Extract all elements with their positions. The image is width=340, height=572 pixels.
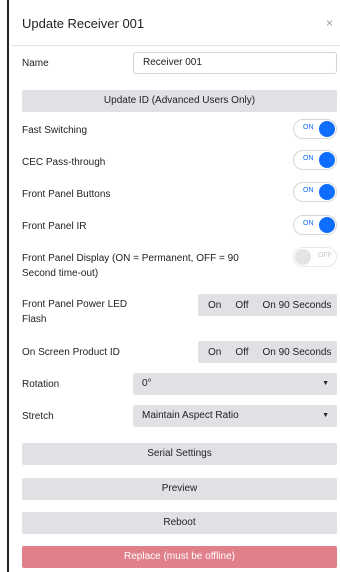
- power-led-segmented-control: On Off On 90 Seconds: [198, 294, 337, 316]
- toggle-state-text: OFF: [318, 252, 332, 259]
- reboot-button[interactable]: Reboot: [22, 512, 337, 534]
- osd-product-id-label: On Screen Product ID: [22, 347, 120, 358]
- power-led-option-on-90[interactable]: On 90 Seconds: [263, 300, 332, 311]
- stretch-label: Stretch: [22, 411, 54, 422]
- power-led-label-line1: Front Panel Power LED: [22, 299, 128, 310]
- dialog-title: Update Receiver 001: [22, 16, 145, 31]
- osd-option-on[interactable]: On: [208, 347, 221, 358]
- front-panel-buttons-label: Front Panel Buttons: [22, 189, 111, 200]
- power-led-option-off[interactable]: Off: [235, 300, 248, 311]
- osd-option-on-90[interactable]: On 90 Seconds: [263, 347, 332, 358]
- fast-switching-toggle[interactable]: ON: [293, 119, 337, 139]
- front-panel-buttons-toggle[interactable]: ON: [293, 182, 337, 202]
- chevron-down-icon: ▼: [322, 412, 329, 419]
- front-panel-display-label: Front Panel Display (ON = Permanent, OFF…: [22, 251, 239, 281]
- left-page-edge: [0, 0, 9, 572]
- cec-passthrough-label: CEC Pass-through: [22, 157, 106, 168]
- toggle-knob: [319, 184, 335, 200]
- toggle-knob: [319, 217, 335, 233]
- serial-settings-button[interactable]: Serial Settings: [22, 443, 337, 465]
- toggle-state-text: ON: [303, 187, 314, 194]
- front-panel-ir-toggle[interactable]: ON: [293, 215, 337, 235]
- close-icon[interactable]: ×: [326, 16, 333, 30]
- rotation-select[interactable]: 0° ▼: [133, 373, 337, 395]
- power-led-label-line2: Flash: [22, 314, 47, 325]
- osd-option-off[interactable]: Off: [235, 347, 248, 358]
- update-id-button[interactable]: Update ID (Advanced Users Only): [22, 90, 337, 112]
- toggle-state-text: ON: [303, 155, 314, 162]
- replace-button[interactable]: Replace (must be offline): [22, 546, 337, 568]
- osd-segmented-control: On Off On 90 Seconds: [198, 341, 337, 363]
- chevron-down-icon: ▼: [322, 380, 329, 387]
- fast-switching-label: Fast Switching: [22, 125, 88, 136]
- toggle-knob: [295, 249, 311, 265]
- update-receiver-dialog: Update Receiver 001 × Name Receiver 001 …: [11, 0, 340, 572]
- stretch-value: Maintain Aspect Ratio: [142, 410, 239, 421]
- power-led-label: Front Panel Power LED Flash: [22, 297, 127, 327]
- dialog-header: Update Receiver 001 ×: [11, 0, 340, 46]
- stretch-select[interactable]: Maintain Aspect Ratio ▼: [133, 405, 337, 427]
- cec-passthrough-toggle[interactable]: ON: [293, 150, 337, 170]
- toggle-knob: [319, 121, 335, 137]
- toggle-state-text: ON: [303, 124, 314, 131]
- rotation-label: Rotation: [22, 379, 60, 390]
- power-led-option-on[interactable]: On: [208, 300, 221, 311]
- toggle-knob: [319, 152, 335, 168]
- name-input[interactable]: Receiver 001: [133, 52, 337, 74]
- front-panel-display-label-line2: Second time-out): [22, 268, 99, 279]
- toggle-state-text: ON: [303, 220, 314, 227]
- front-panel-display-toggle[interactable]: OFF: [293, 247, 337, 267]
- front-panel-ir-label: Front Panel IR: [22, 221, 87, 232]
- rotation-value: 0°: [142, 378, 152, 389]
- front-panel-display-label-line1: Front Panel Display (ON = Permanent, OFF…: [22, 253, 239, 264]
- preview-button[interactable]: Preview: [22, 478, 337, 500]
- name-label: Name: [22, 58, 49, 69]
